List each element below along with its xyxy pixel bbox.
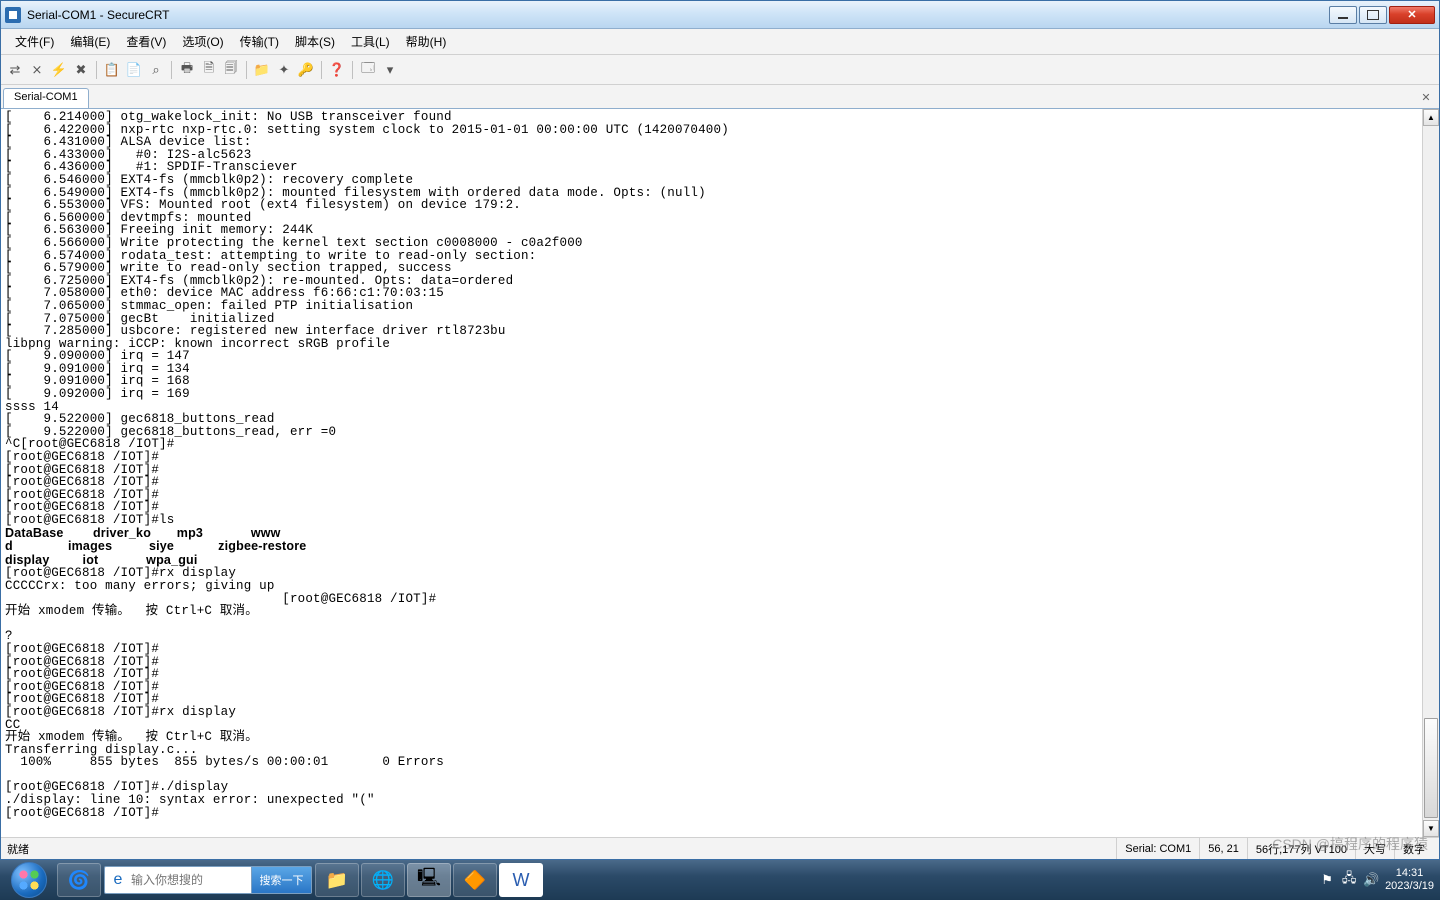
lock-icon[interactable]: 🔑 [296,60,316,80]
ie-icon: e [105,871,131,889]
help-icon[interactable]: ❓ [327,60,347,80]
tray-date: 2023/3/19 [1385,880,1434,893]
menu-2[interactable]: 查看(V) [118,30,174,53]
system-tray[interactable]: ⚑ 🖧 🔊 14:31 2023/3/19 [1319,867,1438,893]
tray-clock[interactable]: 14:31 2023/3/19 [1385,867,1434,893]
menu-7[interactable]: 帮助(H) [398,30,455,53]
statusbar: 就绪 Serial: COM1 56, 21 56行,177列 VT100 大写… [1,837,1439,859]
task-explorer[interactable]: 📁 [315,863,359,897]
task-vm[interactable]: 🔶 [453,863,497,897]
quick-connect-icon[interactable]: ⚡ [49,60,69,80]
scroll-track[interactable] [1423,126,1439,820]
options-icon[interactable]: ✖ [71,60,91,80]
windows-orb-icon [11,862,47,898]
terminal[interactable]: [ 6.214000] otg_wakelock_init: No USB tr… [1,109,1439,837]
search-input[interactable] [131,873,251,887]
tab-serial-com1[interactable]: Serial-COM1 [3,88,89,108]
tray-time: 14:31 [1385,867,1434,880]
search-go-button[interactable]: 搜索一下 [251,867,311,893]
status-connection: Serial: COM1 [1116,838,1199,859]
tray-sound-icon[interactable]: 🔊 [1363,872,1379,888]
dropdown-icon[interactable]: ▾ [380,60,400,80]
disconnect-icon[interactable]: ⨯ [27,60,47,80]
search-box[interactable]: e 搜索一下 [104,866,312,894]
scroll-down-button[interactable]: ▼ [1423,820,1439,837]
toolbar-separator [352,61,353,79]
tray-flag-icon[interactable]: ⚑ [1319,872,1335,888]
print-icon[interactable]: 🖶 [177,60,197,80]
app-icon [5,7,21,23]
menu-4[interactable]: 传输(T) [232,30,287,53]
menubar: 文件(F)编辑(E)查看(V)选项(O)传输(T)脚本(S)工具(L)帮助(H) [1,29,1439,55]
paste-icon[interactable]: 📄 [124,60,144,80]
minimize-button[interactable] [1329,6,1357,24]
scroll-up-button[interactable]: ▲ [1423,109,1439,126]
toolbar: ⇄⨯⚡✖ 📋📄⌕ 🖶🗎🗐 📁✦🔑 ❓ 🗔▾ [1,55,1439,85]
task-app-1[interactable]: 🌀 [57,863,101,897]
toolbar-separator [321,61,322,79]
copy-icon[interactable]: 📋 [102,60,122,80]
log-icon[interactable]: 📁 [252,60,272,80]
print-setup-icon[interactable]: 🗎 [199,60,219,80]
titlebar[interactable]: Serial-COM1 - SecureCRT [1,1,1439,29]
session-icon[interactable]: 🗔 [358,60,378,80]
taskbar[interactable]: 🌀 e 搜索一下 📁 🌐 🖳 🔶 W ⚑ 🖧 🔊 14:31 2023/3/19 [0,860,1440,900]
status-num: 数字 [1394,838,1433,859]
task-browser[interactable]: 🌐 [361,863,405,897]
start-button[interactable] [2,860,56,900]
menu-5[interactable]: 脚本(S) [287,30,343,53]
status-cursor-pos: 56, 21 [1199,838,1247,859]
status-caps: 大写 [1355,838,1394,859]
task-securecrt[interactable]: 🖳 [407,863,451,897]
toolbar-separator [246,61,247,79]
menu-0[interactable]: 文件(F) [7,30,62,53]
toolbar-separator [96,61,97,79]
print-preview-icon[interactable]: 🗐 [221,60,241,80]
tabstrip: Serial-COM1 ✕ [1,85,1439,109]
tab-close-icon[interactable]: ✕ [1417,88,1435,106]
task-word[interactable]: W [499,863,543,897]
scroll-thumb[interactable] [1424,718,1438,818]
close-button[interactable] [1389,6,1435,24]
status-size: 56行,177列 VT100 [1247,838,1355,859]
find-icon[interactable]: ⌕ [146,60,166,80]
menu-6[interactable]: 工具(L) [343,30,398,53]
reconnect-icon[interactable]: ⇄ [5,60,25,80]
tray-network-icon[interactable]: 🖧 [1341,872,1357,888]
scrollbar[interactable]: ▲ ▼ [1422,109,1439,837]
window-title: Serial-COM1 - SecureCRT [27,8,1329,22]
menu-1[interactable]: 编辑(E) [62,30,118,53]
clear-icon[interactable]: ✦ [274,60,294,80]
menu-3[interactable]: 选项(O) [174,30,231,53]
toolbar-separator [171,61,172,79]
maximize-button[interactable] [1359,6,1387,24]
terminal-output: [ 6.214000] otg_wakelock_init: No USB tr… [1,109,1439,821]
status-ready: 就绪 [7,841,1116,857]
